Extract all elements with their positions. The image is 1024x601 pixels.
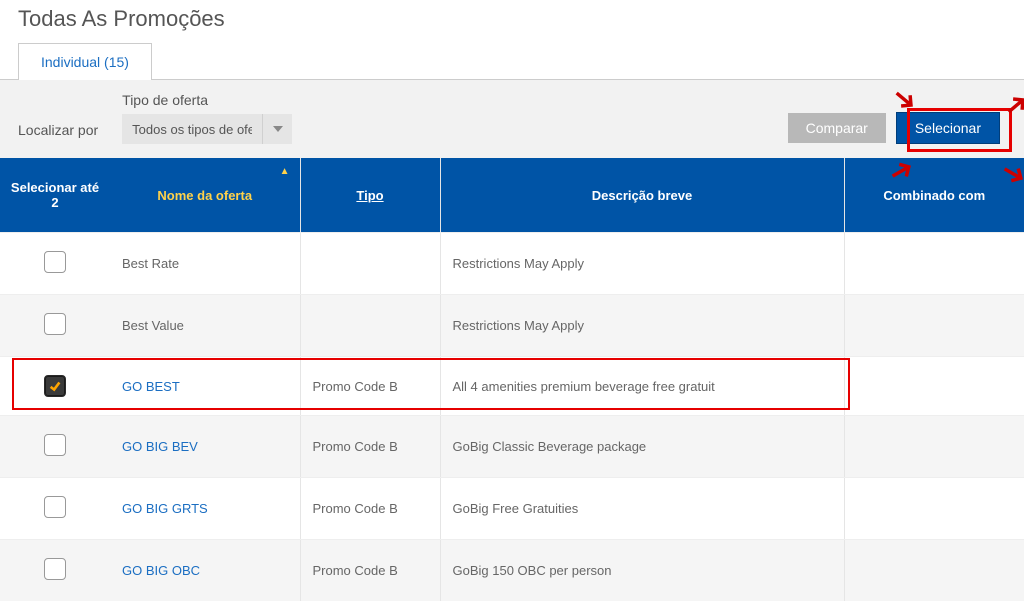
offer-name-cell[interactable]: GO BIG OBC bbox=[110, 540, 300, 601]
offer-name-cell[interactable]: GO BIG BEV bbox=[110, 416, 300, 478]
offer-combined-cell bbox=[844, 357, 1024, 416]
offer-desc-cell: GoBig Free Gratuities bbox=[440, 478, 844, 540]
tab-individual[interactable]: Individual (15) bbox=[18, 43, 152, 80]
chevron-down-icon bbox=[273, 122, 283, 137]
offers-table: Selecionar até 2 Nome da oferta ▲ Tipo D… bbox=[0, 158, 1024, 601]
row-checkbox[interactable] bbox=[44, 496, 66, 518]
row-checkbox[interactable] bbox=[44, 251, 66, 273]
row-checkbox[interactable] bbox=[44, 558, 66, 580]
offer-type-cell: Promo Code B bbox=[300, 478, 440, 540]
offer-desc-cell: Restrictions May Apply bbox=[440, 295, 844, 357]
offer-type-cell: Promo Code B bbox=[300, 357, 440, 416]
table-row: GO BIG OBCPromo Code BGoBig 150 OBC per … bbox=[0, 540, 1024, 601]
sort-asc-icon: ▲ bbox=[280, 166, 290, 177]
select-button[interactable]: Selecionar bbox=[896, 112, 1000, 144]
offer-type-cell bbox=[300, 233, 440, 295]
offer-combined-cell bbox=[844, 295, 1024, 357]
offer-type-label: Tipo de oferta bbox=[122, 92, 292, 108]
offer-type-input[interactable] bbox=[122, 114, 262, 144]
offer-type-cell: Promo Code B bbox=[300, 540, 440, 601]
locate-by-label: Localizar por bbox=[18, 122, 98, 144]
offer-type-cell: Promo Code B bbox=[300, 416, 440, 478]
offer-type-select[interactable] bbox=[122, 114, 292, 144]
table-row: GO BIG GRTSPromo Code BGoBig Free Gratui… bbox=[0, 478, 1024, 540]
offer-combined-cell bbox=[844, 233, 1024, 295]
col-header-name[interactable]: Nome da oferta ▲ bbox=[110, 158, 300, 233]
compare-button: Comparar bbox=[788, 113, 886, 143]
row-checkbox[interactable] bbox=[44, 375, 66, 397]
row-checkbox[interactable] bbox=[44, 434, 66, 456]
offer-name-cell: Best Value bbox=[110, 295, 300, 357]
offer-name-cell: Best Rate bbox=[110, 233, 300, 295]
offer-combined-cell bbox=[844, 540, 1024, 601]
col-header-combined: Combinado com bbox=[844, 158, 1024, 233]
offer-combined-cell bbox=[844, 416, 1024, 478]
tabs: Individual (15) bbox=[0, 42, 1024, 80]
row-checkbox[interactable] bbox=[44, 313, 66, 335]
offer-type-dropdown-button[interactable] bbox=[262, 114, 292, 144]
table-row: Best Rate Restrictions May Apply bbox=[0, 233, 1024, 295]
offer-name-cell[interactable]: GO BEST bbox=[110, 357, 300, 416]
offer-desc-cell: All 4 amenities premium beverage free gr… bbox=[440, 357, 844, 416]
col-header-select: Selecionar até 2 bbox=[0, 158, 110, 233]
offer-type-cell bbox=[300, 295, 440, 357]
offer-desc-cell: Restrictions May Apply bbox=[440, 233, 844, 295]
offer-name-cell[interactable]: GO BIG GRTS bbox=[110, 478, 300, 540]
table-row: GO BIG BEVPromo Code BGoBig Classic Beve… bbox=[0, 416, 1024, 478]
table-row: GO BESTPromo Code BAll 4 amenities premi… bbox=[0, 357, 1024, 416]
page-title: Todas As Promoções bbox=[0, 0, 1024, 42]
offer-desc-cell: GoBig 150 OBC per person bbox=[440, 540, 844, 601]
filter-row: Localizar por Tipo de oferta Comparar Se… bbox=[0, 80, 1024, 158]
offer-combined-cell bbox=[844, 478, 1024, 540]
offer-desc-cell: GoBig Classic Beverage package bbox=[440, 416, 844, 478]
table-row: Best Value Restrictions May Apply bbox=[0, 295, 1024, 357]
col-header-type[interactable]: Tipo bbox=[300, 158, 440, 233]
col-header-name-label: Nome da oferta bbox=[157, 188, 252, 203]
col-header-desc: Descrição breve bbox=[440, 158, 844, 233]
